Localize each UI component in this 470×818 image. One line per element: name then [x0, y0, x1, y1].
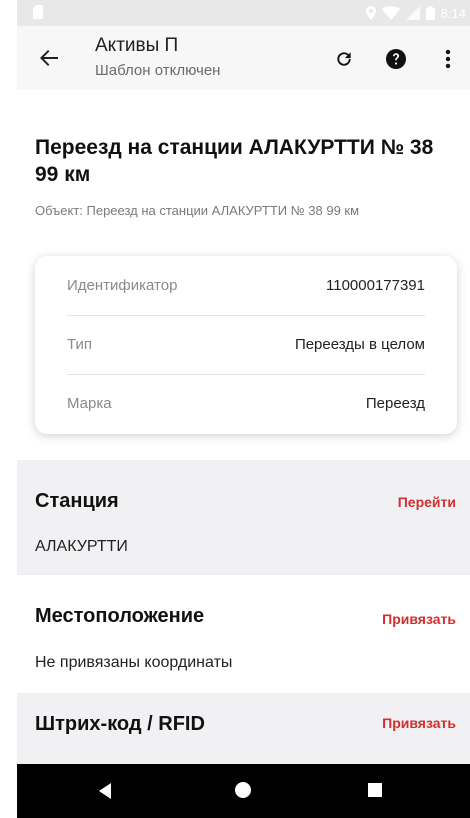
refresh-icon	[337, 52, 351, 66]
info-label: Идентификатор	[67, 277, 178, 294]
back-button[interactable]	[35, 44, 63, 72]
wifi-icon	[381, 6, 400, 20]
info-value: 110000177391	[326, 277, 425, 294]
location-icon	[365, 6, 376, 20]
barcode-section: Штрих-код / RFID Привязать	[17, 693, 470, 764]
content: Переезд на станции АЛАКУРТТИ № 38 99 км …	[17, 90, 470, 504]
location-bind-button[interactable]: Привязать	[382, 611, 456, 627]
object-subtitle: Объект: Переезд на станции АЛАКУРТТИ № 3…	[35, 203, 360, 218]
signal-icon	[405, 6, 420, 20]
location-value: Не привязаны координаты	[35, 654, 233, 671]
app-subtitle: Шаблон отключен	[95, 62, 221, 79]
battery-icon	[425, 6, 435, 20]
help-icon	[386, 49, 406, 69]
info-value: Переезды в целом	[294, 336, 425, 353]
station-section: Станция Перейти АЛАКУРТТИ	[17, 460, 470, 575]
object-title: Переезд на станции АЛАКУРТТИ № 38 99 км	[35, 136, 434, 186]
app-bar: Активы П Шаблон отключен	[17, 26, 470, 90]
arrow-back-icon	[40, 50, 58, 66]
info-label: Марка	[67, 395, 112, 412]
info-value: Переезд	[365, 395, 425, 412]
nav-recent-apps-icon[interactable]	[368, 783, 382, 797]
sim-card-icon	[33, 5, 43, 19]
barcode-bind-button[interactable]: Привязать	[382, 715, 456, 731]
location-section: Местоположение Привязать Не привязаны ко…	[17, 575, 470, 693]
info-row-identifier: Идентификатор 110000177391	[67, 256, 425, 316]
more-button[interactable]	[435, 46, 461, 72]
app-title: Активы П	[95, 35, 179, 56]
nav-back-icon[interactable]	[99, 783, 111, 799]
status-bar: 8:14	[17, 0, 470, 26]
station-value: АЛАКУРТТИ	[35, 538, 128, 555]
info-card: Идентификатор 110000177391 Тип Переезды …	[35, 256, 457, 434]
phone-screen: 8:14 Активы П Шаблон отключен Переезд на…	[17, 0, 470, 818]
station-go-button[interactable]: Перейти	[398, 494, 456, 510]
barcode-title: Штрих-код / RFID	[35, 713, 205, 735]
navigation-bar	[17, 764, 470, 818]
nav-home-icon[interactable]	[235, 782, 251, 798]
title-block: Активы П Шаблон отключен	[95, 34, 220, 82]
help-button[interactable]	[383, 46, 409, 72]
info-label: Тип	[67, 336, 93, 353]
status-icons: 8:14	[365, 4, 466, 22]
station-title: Станция	[35, 490, 119, 512]
status-time: 8:14	[440, 5, 466, 21]
refresh-button[interactable]	[331, 46, 357, 72]
info-row-brand: Марка Переезд	[67, 374, 425, 433]
more-vert-icon	[445, 49, 451, 69]
info-row-type: Тип Переезды в целом	[67, 315, 425, 375]
object-header: Переезд на станции АЛАКУРТТИ № 38 99 км …	[17, 90, 470, 504]
location-title: Местоположение	[35, 605, 205, 627]
